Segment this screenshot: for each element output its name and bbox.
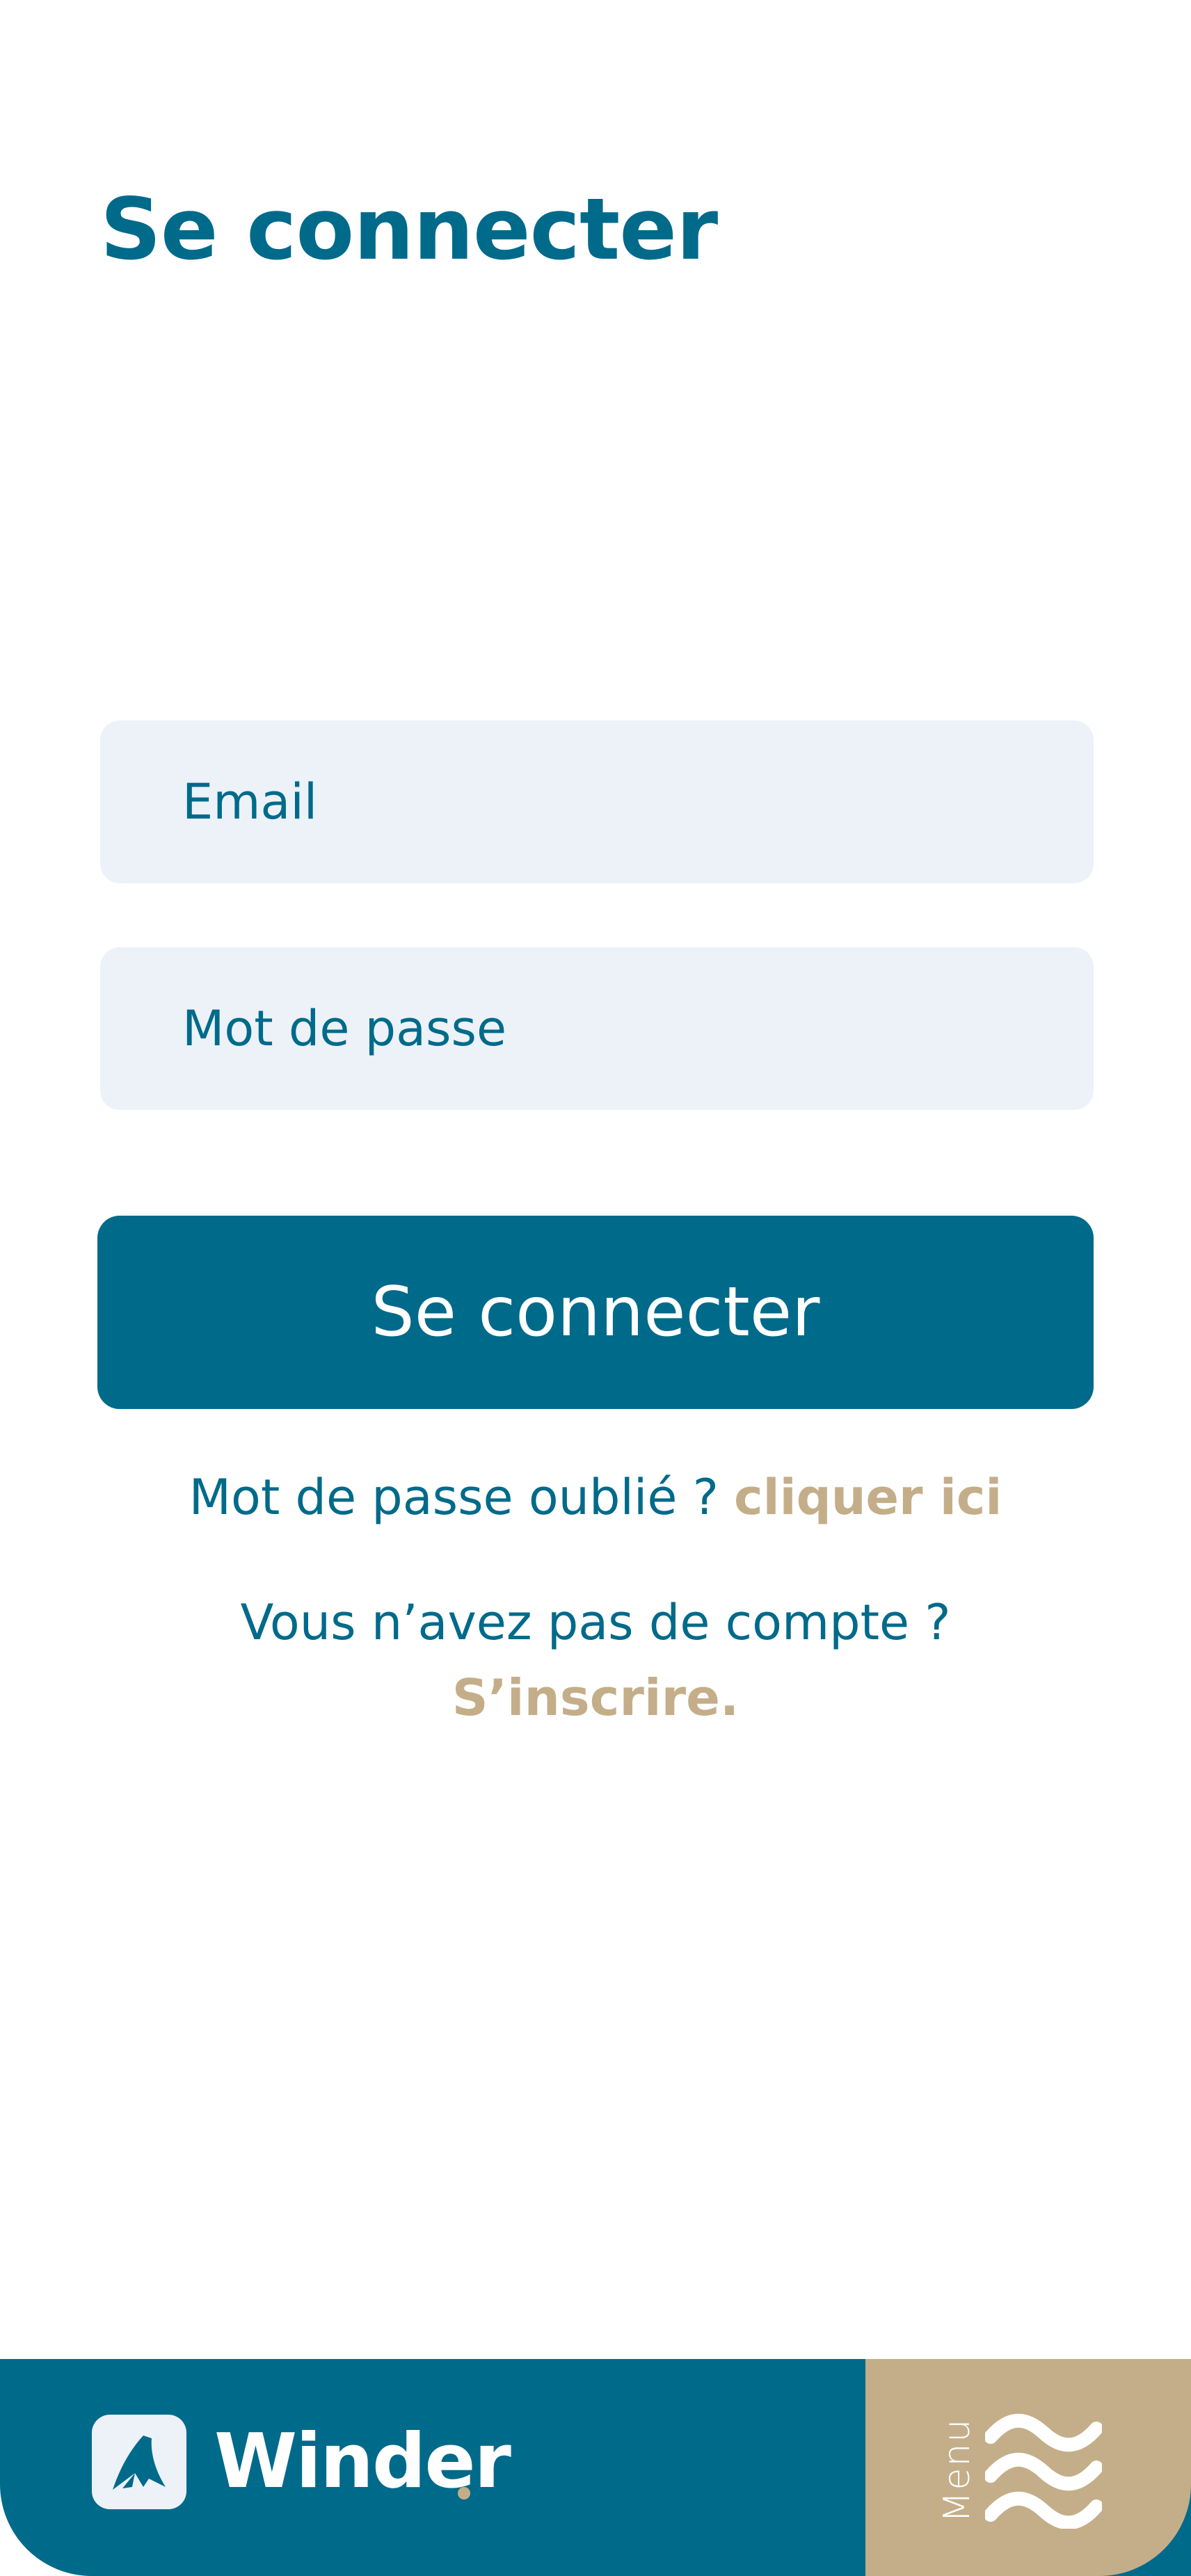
sail-icon [113,2436,166,2490]
login-button[interactable]: Se connecter [97,1216,1094,1409]
forgot-password-link[interactable]: cliquer ici [734,1469,1002,1526]
password-field-container[interactable] [100,947,1094,1110]
no-account-text: Vous n’avez pas de compte ? [240,1594,951,1651]
email-field-container[interactable] [100,721,1094,883]
forgot-password-line: Mot de passe oublié ? cliquer ici [0,1466,1191,1529]
waves-icon [985,2413,1102,2529]
password-field[interactable] [100,947,1094,1110]
email-field[interactable] [100,721,1094,883]
menu-label: Menu [936,2417,978,2523]
signup-line: S’inscrire. [0,1666,1191,1729]
brand-dot [458,2487,470,2499]
page-title: Se connecter [100,180,718,279]
signup-link[interactable]: S’inscrire. [452,1668,740,1727]
brand-logo[interactable] [92,2415,186,2509]
forgot-password-text: Mot de passe oublié ? [189,1469,719,1526]
